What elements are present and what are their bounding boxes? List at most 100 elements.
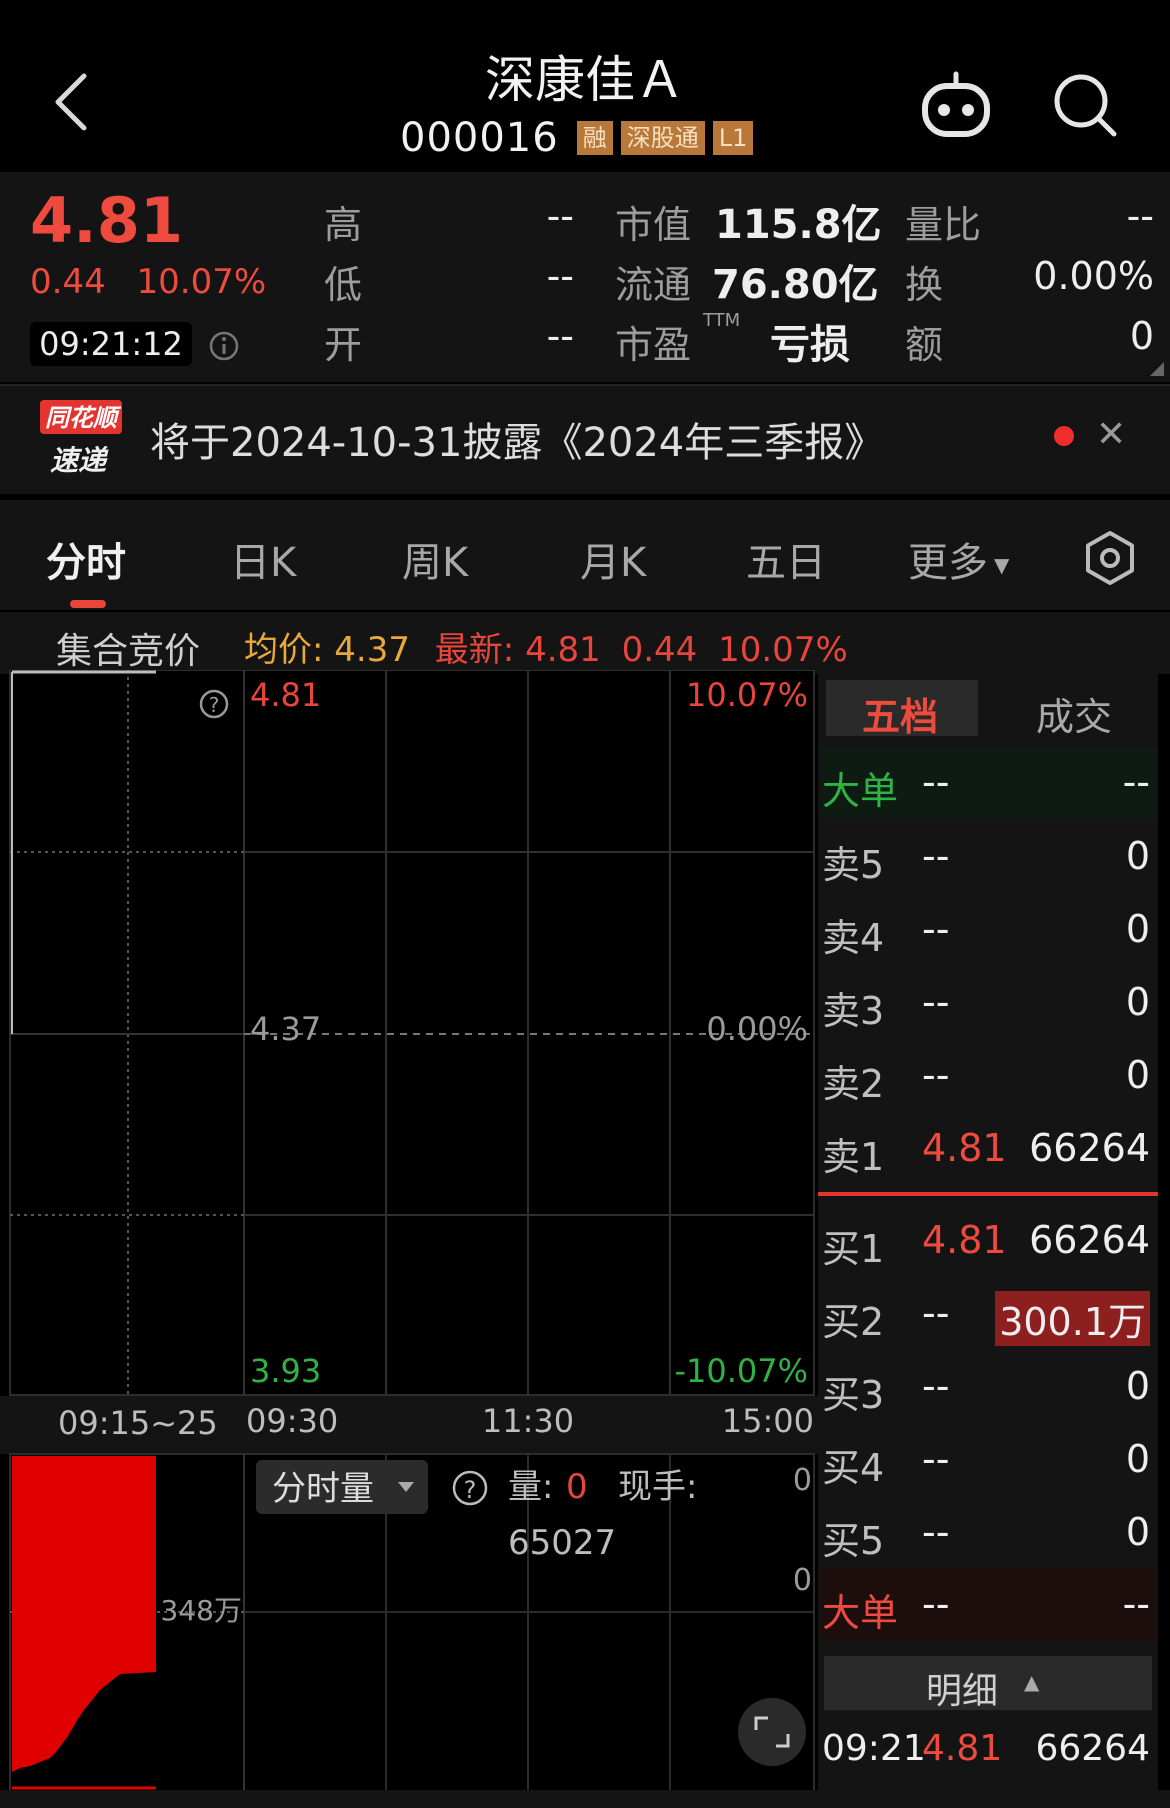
ask-row-3[interactable]: 卖3 -- 0 — [822, 966, 1156, 1038]
market-cap-value: 115.8亿 — [715, 202, 882, 248]
quote-time: 09:21:12 — [30, 322, 192, 366]
dropdown-arrow-icon: ▼ — [994, 553, 1010, 577]
search-icon[interactable] — [1052, 72, 1118, 138]
ask-row-1[interactable]: 卖1 4.81 66264 — [822, 1112, 1156, 1184]
news-text[interactable]: 将于2024-10-31披露《2024年三季报》 — [150, 410, 884, 468]
ask-price: -- — [922, 1053, 950, 1097]
ask-price: -- — [922, 980, 950, 1024]
stock-code: 000016 — [400, 115, 559, 161]
time-label-auction: 09:15~25 — [58, 1404, 218, 1442]
tab-more-label: 更多 — [908, 540, 988, 586]
ask-row-2[interactable]: 卖2 -- 0 — [822, 1039, 1156, 1111]
price-panel-frame — [9, 670, 815, 1396]
tab-intraday[interactable]: 分时 — [46, 530, 126, 588]
bid-row-1[interactable]: 买1 4.81 66264 — [822, 1204, 1156, 1276]
big-buy-row: 大单 -- -- — [822, 1568, 1156, 1640]
pe-ttm-superscript: TTM — [703, 310, 741, 331]
volume-axis-mid: 0 — [793, 1563, 812, 1598]
open-value: -- — [546, 314, 574, 358]
latest-percent: 10.07% — [718, 630, 848, 670]
bid-label: 买5 — [822, 1519, 885, 1563]
current-price: 4.81 — [30, 184, 183, 257]
big-sell-row: 大单 -- -- — [822, 746, 1156, 818]
bid-price: -- — [922, 1364, 950, 1408]
float-cap-label: 流通 — [615, 263, 692, 307]
trade-detail-row: 09:21 4.81 66264 — [822, 1728, 1156, 1778]
avg-price-label: 均价: — [244, 630, 324, 670]
tonghuashun-express-logo: 同花顺 速递 — [40, 400, 122, 477]
time-label-close: 15:00 — [722, 1402, 814, 1440]
change-percent: 10.07% — [136, 262, 267, 302]
close-icon[interactable]: ✕ — [1096, 414, 1126, 455]
call-auction-label: 集合竞价 — [56, 631, 201, 672]
bid-label: 买4 — [822, 1446, 885, 1490]
tab-weekly-k[interactable]: 周K — [402, 530, 468, 588]
chart-settings-icon[interactable] — [1082, 530, 1138, 586]
detail-toggle-button[interactable]: 明细 ▲ — [824, 1656, 1152, 1712]
tab-trades[interactable]: 成交 — [1036, 686, 1112, 741]
bid-row-2[interactable]: 买2 -- 300.1万 — [822, 1277, 1156, 1349]
ask-volume: 0 — [1125, 834, 1150, 878]
detail-label: 明细 — [926, 1671, 999, 1712]
active-tab-indicator — [70, 600, 106, 608]
bid-volume: 0 — [1125, 1437, 1150, 1481]
bid-price: -- — [922, 1437, 950, 1481]
ask-price: 4.81 — [922, 1126, 1007, 1170]
low-label: 低 — [324, 263, 363, 307]
robot-assistant-icon[interactable] — [920, 70, 992, 140]
ask-price: -- — [922, 907, 950, 951]
ask-label: 卖3 — [822, 989, 885, 1033]
volume-ratio-value: -- — [1126, 194, 1154, 238]
current-hand-label: 现手: — [618, 1467, 697, 1507]
unread-dot — [1054, 426, 1074, 446]
intraday-chart[interactable]: ? 4.81 10.07% 4.37 0.00% 3.93 -10.07% 09… — [0, 670, 820, 1800]
bid-ask-divider — [818, 1192, 1158, 1196]
bid-volume-highlight: 300.1万 — [995, 1291, 1150, 1346]
low-value: -- — [546, 254, 574, 298]
pct-axis-bottom: -10.07% — [674, 1352, 808, 1390]
big-order-volume: -- — [1122, 1582, 1150, 1626]
latest-value: 4.81 — [525, 630, 601, 670]
info-icon[interactable] — [208, 330, 240, 362]
latest-change: 0.44 — [621, 630, 698, 670]
amount-value: 0 — [1129, 314, 1154, 358]
level-tag: L1 — [712, 121, 754, 155]
tab-monthly-k[interactable]: 月K — [580, 530, 646, 588]
svg-text:速递: 速递 — [50, 444, 109, 477]
volume-axis-top: 0 — [793, 1463, 812, 1498]
big-order-label: 大单 — [822, 1591, 899, 1635]
tab-more[interactable]: 更多 ▼ — [908, 530, 1009, 588]
pct-axis-top: 10.07% — [686, 676, 808, 714]
trade-volume: 66264 — [1035, 1728, 1150, 1769]
ask-label: 卖2 — [822, 1062, 885, 1106]
bid-row-4[interactable]: 买4 -- 0 — [822, 1423, 1156, 1495]
connect-tag: 深股通 — [620, 121, 705, 155]
big-order-volume: -- — [1122, 760, 1150, 804]
bottom-bar — [0, 1790, 1170, 1808]
tab-five-levels[interactable]: 五档 — [862, 686, 938, 741]
svg-text:?: ? — [209, 693, 220, 717]
volume-selector-label: 分时量 — [272, 1469, 374, 1509]
bid-row-3[interactable]: 买3 -- 0 — [822, 1350, 1156, 1422]
volume-value: 0 — [566, 1467, 588, 1507]
bid-volume: 0 — [1125, 1364, 1150, 1408]
bid-row-5[interactable]: 买5 -- 0 — [822, 1496, 1156, 1568]
price-axis-top: 4.81 — [250, 676, 321, 714]
bid-label: 买3 — [822, 1373, 885, 1417]
ask-volume: 0 — [1125, 1053, 1150, 1097]
tab-five-day[interactable]: 五日 — [746, 530, 826, 588]
stock-code-row: 000016 融 深股通 L1 — [400, 115, 754, 161]
ask-volume: 0 — [1125, 907, 1150, 951]
ask-row-5[interactable]: 卖5 -- 0 — [822, 820, 1156, 892]
latest-label: 最新: — [434, 630, 515, 670]
amount-label: 额 — [905, 323, 944, 367]
high-value: -- — [546, 194, 574, 238]
fullscreen-button[interactable] — [738, 1698, 806, 1766]
trade-time: 09:21 — [822, 1728, 926, 1769]
expand-corner-icon[interactable] — [1150, 362, 1164, 376]
tab-daily-k[interactable]: 日K — [230, 530, 296, 588]
time-label-mid: 11:30 — [482, 1402, 574, 1440]
bid-volume: 66264 — [1029, 1218, 1150, 1262]
bid-label: 买1 — [822, 1227, 885, 1271]
ask-row-4[interactable]: 卖4 -- 0 — [822, 893, 1156, 965]
